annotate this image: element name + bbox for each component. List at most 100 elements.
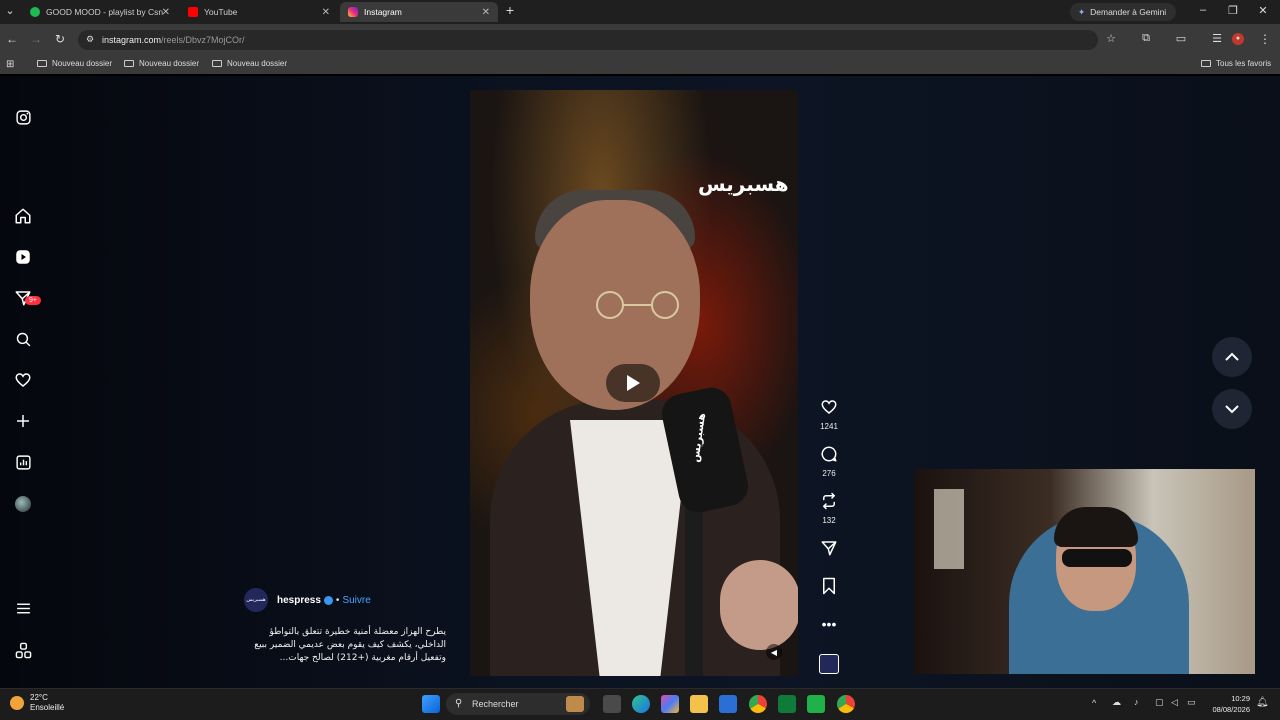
tray-mic-icon[interactable]: ♪ <box>1134 697 1139 707</box>
tab-search-chevron-icon[interactable]: ⌄ <box>2 4 18 17</box>
bookmark-folder-2[interactable]: Nouveau dossier <box>124 59 199 68</box>
tray-cloud-icon[interactable]: ☁ <box>1112 697 1121 708</box>
chrome-menu-icon[interactable]: ⋮ <box>1257 32 1273 46</box>
close-tab-icon[interactable]: ✕ <box>162 7 170 18</box>
temperature: 22°C <box>30 693 48 702</box>
notifications-icon[interactable] <box>13 370 33 390</box>
notification-bell-icon[interactable]: 🔔︎ <box>1256 697 1269 708</box>
tab-groups-icon[interactable]: ☰ <box>1209 32 1225 45</box>
play-button[interactable] <box>606 364 660 402</box>
like-button[interactable]: 1241 <box>812 398 846 431</box>
bookmark-folder-1[interactable]: Nouveau dossier <box>37 59 112 68</box>
dashboard-icon[interactable] <box>13 452 33 472</box>
tab-title: Instagram <box>364 7 402 17</box>
play-icon <box>627 375 640 391</box>
gemini-button[interactable]: ✦ Demander à Gemini <box>1070 3 1176 21</box>
author-avatar-text: هسبريس <box>246 597 266 603</box>
minimize-icon[interactable]: – <box>1195 4 1211 16</box>
tray-volume-icon[interactable]: ◁ <box>1171 697 1178 708</box>
all-bookmarks[interactable]: Tous les favoris <box>1201 59 1271 68</box>
restore-icon[interactable]: ❐ <box>1225 4 1241 17</box>
bookmark-folder-3[interactable]: Nouveau dossier <box>212 59 287 68</box>
address-bar[interactable]: ⚙ instagram.com/reels/Dbvz7MojCOr/ <box>78 30 1098 50</box>
folder-icon <box>1201 60 1211 67</box>
webcam-person-sunglasses <box>1062 549 1132 567</box>
copilot-icon[interactable] <box>661 695 679 713</box>
webcam-overlay <box>914 469 1255 674</box>
taskbar-clock[interactable]: 10:29 08/08/2026 <box>1206 693 1250 715</box>
save-button[interactable] <box>812 577 846 600</box>
create-icon[interactable] <box>13 411 33 431</box>
author-name[interactable]: hespress <box>277 595 321 606</box>
comment-count: 276 <box>822 469 836 478</box>
webcam-person-hair <box>1054 507 1138 547</box>
messages-icon[interactable]: 9+ <box>13 288 41 308</box>
extensions-icon[interactable]: ⧉ <box>1138 32 1154 45</box>
instagram-logo-icon[interactable] <box>13 107 33 127</box>
sun-icon <box>10 696 24 710</box>
search-icon[interactable] <box>13 329 33 349</box>
reel-video[interactable]: هسبريس هسبريس ◀ <box>470 90 798 676</box>
store-icon[interactable] <box>719 695 737 713</box>
audio-thumbnail[interactable] <box>812 654 846 679</box>
author-avatar[interactable]: هسبريس <box>244 588 268 612</box>
reload-icon[interactable]: ↻ <box>52 32 68 46</box>
next-reel-button[interactable] <box>1212 389 1252 429</box>
more-menu-icon[interactable] <box>13 598 33 618</box>
mute-button[interactable]: ◀ <box>766 644 782 660</box>
repost-button[interactable]: 132 <box>812 492 846 525</box>
more-options-button[interactable]: ••• <box>812 615 846 634</box>
site-info-icon[interactable]: ⚙ <box>86 34 94 45</box>
also-from-meta-icon[interactable] <box>13 640 33 660</box>
edge-icon[interactable] <box>632 695 650 713</box>
chevron-down-icon <box>1225 405 1239 414</box>
previous-reel-button[interactable] <box>1212 337 1252 377</box>
back-icon[interactable]: ← <box>4 32 20 46</box>
profile-avatar[interactable] <box>13 494 33 514</box>
url-path: /reels/Dbvz7MojCOr/ <box>161 35 245 45</box>
speaker-icon: ◀ <box>770 647 778 657</box>
gemini-label: Demander à Gemini <box>1090 7 1167 17</box>
verified-badge-icon <box>323 595 333 605</box>
chrome-taskbar-icon[interactable] <box>749 695 767 713</box>
youtube-icon <box>188 7 198 17</box>
taskbar-search[interactable]: ⚲ Rechercher <box>446 693 590 715</box>
reels-icon[interactable] <box>13 247 33 267</box>
ellipsis-icon: ••• <box>821 616 837 632</box>
tab-spotify[interactable]: GOOD MOOD - playlist by Csn ✕ <box>22 2 178 22</box>
forward-icon[interactable]: → <box>28 32 44 46</box>
tab-youtube[interactable]: YouTube ✕ <box>180 2 338 22</box>
tray-network-icon[interactable]: ▢ <box>1155 697 1164 708</box>
profile-icon[interactable]: ● <box>1232 33 1244 45</box>
search-highlight-icon <box>566 696 584 712</box>
home-icon[interactable] <box>13 206 33 226</box>
apps-grid-icon[interactable]: ⊞ <box>6 59 14 70</box>
tray-battery-icon[interactable]: ▭ <box>1187 697 1196 708</box>
new-tab-icon[interactable]: + <box>502 2 518 18</box>
bookmark-icon <box>823 577 835 595</box>
close-tab-icon[interactable]: ✕ <box>482 7 490 18</box>
follow-button[interactable]: Suivre <box>342 595 370 606</box>
task-view-icon[interactable] <box>603 695 621 713</box>
file-explorer-icon[interactable] <box>690 695 708 713</box>
tray-chevron-up-icon[interactable]: ^ <box>1092 698 1096 708</box>
app-green-icon[interactable] <box>807 695 825 713</box>
comment-button[interactable]: 276 <box>812 445 846 478</box>
start-button-icon[interactable] <box>422 695 440 713</box>
media-player-icon[interactable] <box>778 695 796 713</box>
gemini-icon: ✦ <box>1078 6 1086 17</box>
tab-strip: ⌄ GOOD MOOD - playlist by Csn ✕ YouTube … <box>0 0 1280 24</box>
video-mic-stand <box>685 500 703 676</box>
close-window-icon[interactable]: ✕ <box>1255 4 1271 17</box>
repost-icon <box>823 492 835 510</box>
weather-widget[interactable]: 22°C Ensoleillé <box>10 693 64 713</box>
share-button[interactable] <box>812 539 846 562</box>
sidebar-icon[interactable]: ▭ <box>1173 32 1189 45</box>
chrome-profile-icon[interactable] <box>837 695 855 713</box>
heart-icon <box>821 400 837 414</box>
close-tab-icon[interactable]: ✕ <box>322 7 330 18</box>
clock-time: 10:29 <box>1231 694 1250 703</box>
tab-instagram[interactable]: Instagram ✕ <box>340 2 498 22</box>
reel-caption[interactable]: يطرح الهزاز معضلة أمنية خطيرة تتعلق بالت… <box>246 626 446 665</box>
bookmark-star-icon[interactable]: ☆ <box>1103 32 1119 45</box>
